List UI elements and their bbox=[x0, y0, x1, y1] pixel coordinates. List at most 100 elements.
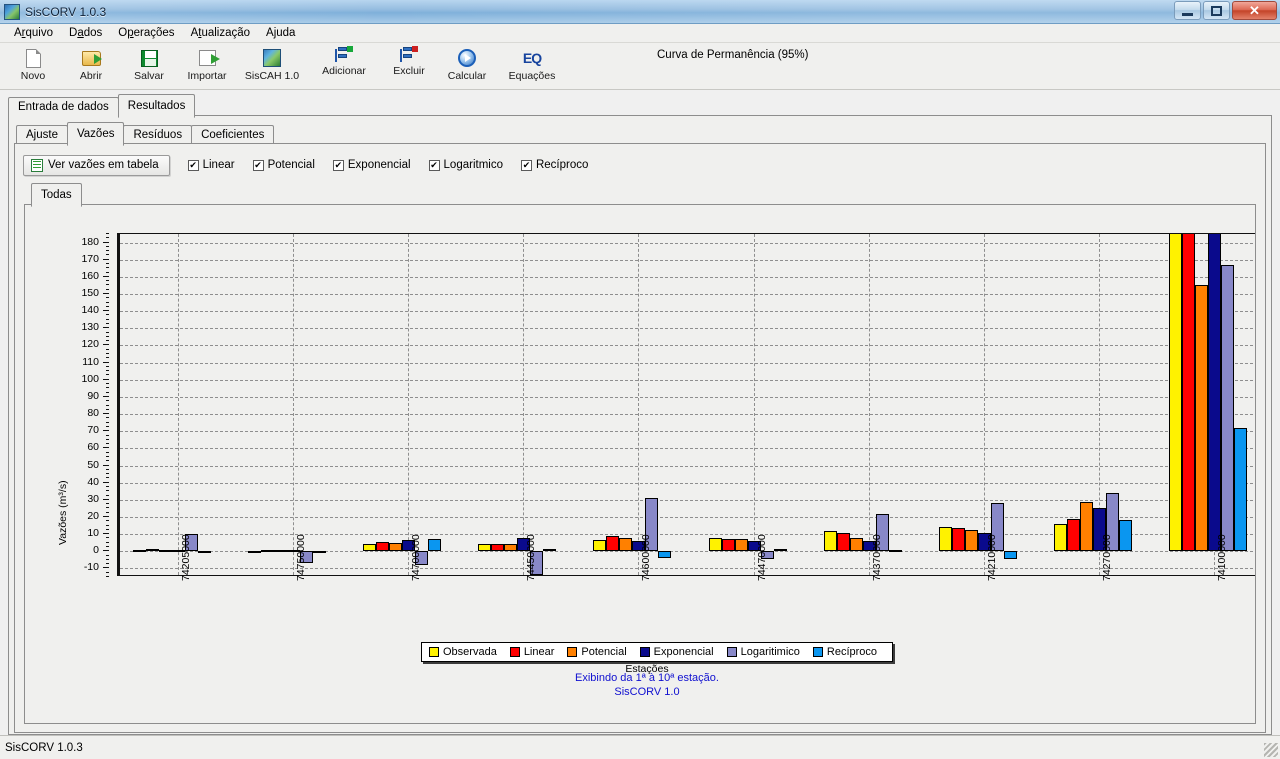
gridline-horizontal bbox=[120, 294, 1255, 296]
options-row: Ver vazões em tabela Linear Potencial Ex… bbox=[23, 152, 1257, 178]
checkbox-logaritmico-box[interactable] bbox=[428, 159, 440, 171]
y-minor-tick bbox=[106, 576, 109, 577]
checkbox-reciproco-box[interactable] bbox=[520, 159, 532, 171]
window-title: SisCORV 1.0.3 bbox=[25, 4, 107, 19]
legend-label: Recíproco bbox=[826, 646, 878, 658]
tab-resultados[interactable]: Resultados bbox=[117, 94, 196, 118]
chart-bar bbox=[823, 530, 837, 552]
bar-chart: -10 0 10 20 30 40 50 60 70 80 90 100 110 120 130 140 150… bbox=[25, 205, 1255, 723]
y-minor-tick bbox=[106, 237, 109, 239]
checkbox-logaritmico[interactable]: Logaritmico bbox=[428, 159, 503, 171]
y-minor-tick bbox=[106, 417, 109, 419]
legend-label: Potencial bbox=[581, 646, 627, 658]
checkbox-potencial[interactable]: Potencial bbox=[252, 159, 315, 171]
view-table-button[interactable]: Ver vazões em tabela bbox=[23, 154, 170, 176]
y-minor-tick bbox=[106, 263, 109, 264]
chart-bar bbox=[1208, 234, 1222, 552]
y-minor-tick bbox=[106, 451, 109, 453]
siscah-icon bbox=[261, 47, 283, 69]
menu-dados[interactable]: Dados bbox=[61, 25, 110, 41]
maximize-button[interactable] bbox=[1203, 1, 1230, 20]
y-minor-tick bbox=[106, 520, 109, 522]
menu-atualizacao[interactable]: Atualização bbox=[183, 25, 258, 41]
new-document-icon bbox=[22, 47, 44, 69]
chart-bar bbox=[504, 544, 518, 552]
toolbar-button-importar[interactable]: Importar bbox=[178, 45, 236, 82]
chart-bar bbox=[132, 550, 146, 553]
toolbar-label-adicionar: Adicionar bbox=[322, 65, 366, 77]
plot-area bbox=[117, 233, 1255, 576]
toolbar-button-equacoes[interactable]: EQ Equações bbox=[496, 45, 568, 82]
legend-label: Logaritimico bbox=[740, 646, 800, 658]
gridline-horizontal bbox=[120, 259, 1255, 261]
checkbox-reciproco[interactable]: Recíproco bbox=[520, 159, 588, 171]
tab-coeficientes[interactable]: Coeficientes bbox=[191, 125, 275, 144]
tab-residuos[interactable]: Resíduos bbox=[123, 125, 193, 144]
menu-operacoes[interactable]: Operações bbox=[110, 25, 182, 41]
delete-station-icon bbox=[400, 46, 418, 64]
toolbar-button-salvar[interactable]: Salvar bbox=[120, 45, 178, 82]
toolbar-label-siscah: SisCAH 1.0 bbox=[244, 70, 300, 82]
y-tick-label: 90 bbox=[87, 389, 99, 402]
chart-bar bbox=[1004, 551, 1017, 559]
y-minor-tick bbox=[106, 275, 109, 277]
x-tick-label: 74205000 bbox=[179, 534, 192, 581]
close-button[interactable]: ✕ bbox=[1232, 1, 1277, 20]
tab-vazoes[interactable]: Vazões bbox=[66, 122, 125, 146]
y-tick-label: 150 bbox=[81, 287, 99, 300]
y-tick-label: 180 bbox=[81, 235, 99, 248]
tab-ajuste[interactable]: Ajuste bbox=[16, 125, 68, 144]
y-minor-tick bbox=[106, 348, 109, 350]
checkbox-exponencial[interactable]: Exponencial bbox=[332, 159, 411, 171]
checkbox-exponencial-box[interactable] bbox=[332, 159, 344, 171]
minimize-button[interactable] bbox=[1174, 1, 1201, 20]
checkbox-linear[interactable]: Linear bbox=[187, 159, 235, 171]
gridline-horizontal bbox=[120, 431, 1255, 433]
y-minor-tick bbox=[106, 430, 109, 432]
resize-grip-icon[interactable] bbox=[1264, 743, 1278, 757]
y-minor-tick bbox=[106, 408, 109, 410]
menu-arquivo[interactable]: Arquivo bbox=[6, 25, 61, 41]
tab-entrada-de-dados[interactable]: Entrada de dados bbox=[8, 97, 119, 116]
legend-swatch bbox=[567, 647, 578, 657]
y-minor-tick bbox=[106, 395, 109, 397]
toolbar-button-siscah[interactable]: SisCAH 1.0 bbox=[236, 45, 308, 82]
checkbox-linear-box[interactable] bbox=[187, 159, 199, 171]
gridline-horizontal bbox=[120, 242, 1255, 244]
y-minor-tick bbox=[106, 421, 109, 423]
legend-item: Exponencial bbox=[639, 646, 714, 658]
toolbar: Novo Abrir Salvar Importar SisCAH 1.0 Ad… bbox=[0, 43, 1280, 90]
menu-ajuda[interactable]: Ajuda bbox=[258, 25, 303, 41]
toolbar-button-abrir[interactable]: Abrir bbox=[62, 45, 120, 82]
toolbar-button-novo[interactable]: Novo bbox=[4, 45, 62, 82]
y-tick-label: 20 bbox=[87, 509, 99, 522]
toolbar-label-equacoes: Equações bbox=[508, 70, 556, 82]
toolbar-button-excluir[interactable]: Excluir bbox=[380, 45, 438, 77]
chart-bar bbox=[247, 550, 261, 553]
y-tick-label: 160 bbox=[81, 269, 99, 282]
y-minor-tick bbox=[106, 331, 109, 333]
chart-bar bbox=[478, 543, 492, 552]
results-panel: Ajuste Vazões Resíduos Coeficientes Ver … bbox=[8, 115, 1272, 735]
gridline-horizontal bbox=[120, 482, 1255, 484]
y-minor-tick bbox=[106, 455, 109, 457]
toolbar-button-adicionar[interactable]: Adicionar bbox=[308, 45, 380, 77]
chart-bar bbox=[619, 538, 633, 552]
chart-bar bbox=[658, 551, 672, 559]
y-minor-tick bbox=[106, 250, 109, 252]
y-minor-tick bbox=[106, 383, 109, 385]
chart-bar bbox=[491, 544, 505, 552]
y-minor-tick bbox=[106, 340, 109, 342]
y-minor-tick bbox=[106, 335, 109, 337]
maximize-icon bbox=[1211, 5, 1222, 16]
toolbar-button-calcular[interactable]: Calcular bbox=[438, 45, 496, 82]
context-title: Curva de Permanência (95%) bbox=[657, 49, 809, 61]
footer-line-1: Exibindo da 1ª à 10ª estação. bbox=[575, 672, 719, 684]
legend-item: Recíproco bbox=[812, 646, 878, 658]
table-icon bbox=[31, 158, 43, 172]
y-minor-tick bbox=[106, 353, 109, 355]
checkbox-potencial-box[interactable] bbox=[252, 159, 264, 171]
tab-todas[interactable]: Todas bbox=[31, 183, 82, 207]
y-minor-tick bbox=[106, 511, 109, 513]
legend-swatch bbox=[726, 647, 737, 657]
